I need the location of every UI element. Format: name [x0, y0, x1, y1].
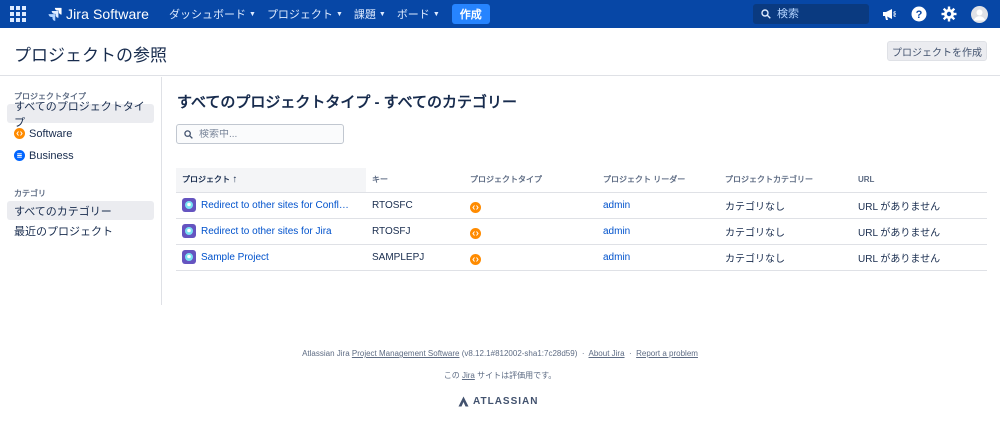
sidebar-item-recent-projects[interactable]: 最近のプロジェクト [7, 221, 154, 240]
sidebar-item-business[interactable]: Business [7, 146, 154, 165]
sidebar-item-label: Software [29, 127, 73, 140]
project-category: カテゴリなし [719, 218, 852, 245]
software-icon [14, 128, 25, 139]
sidebar: プロジェクトタイプ すべてのプロジェクトタイプ Software Busines… [0, 77, 162, 305]
menu-issues[interactable]: 課題 ▼ [354, 0, 386, 28]
chevron-down-icon: ▼ [378, 10, 386, 18]
menu-boards[interactable]: ボード ▼ [397, 0, 440, 28]
create-project-button[interactable]: プロジェクトを作成 [887, 41, 987, 61]
menu-dashboard[interactable]: ダッシュボード ▼ [169, 0, 256, 28]
sort-arrow-icon: ↑ [232, 174, 238, 186]
project-lead-link[interactable]: admin [603, 252, 630, 263]
project-url: URL がありません [852, 244, 987, 271]
sidebar-item-label: 最近のプロジェクト [14, 225, 113, 238]
sidebar-item-software[interactable]: Software [7, 124, 154, 143]
column-header-key: キー [366, 168, 464, 193]
project-key: RTOSFC [366, 192, 464, 219]
footer-prefix: Atlassian Jira [302, 349, 350, 358]
project-key: SAMPLEPJ [366, 244, 464, 271]
filter-input[interactable] [199, 128, 339, 140]
svg-text:?: ? [916, 9, 923, 21]
pms-link[interactable]: Project Management Software [352, 349, 460, 358]
search-icon [184, 129, 193, 139]
eval-jira-link[interactable]: Jira [462, 371, 475, 380]
project-link[interactable]: Redirect to other sites for Jira [201, 226, 332, 237]
avatar[interactable] [970, 5, 988, 23]
top-navigation: Jira Software ダッシュボード ▼ プロジェクト ▼ 課題 ▼ ボード ▼ … [0, 0, 1000, 28]
eval-prefix: この [443, 371, 460, 380]
project-link[interactable]: Sample Project [201, 252, 269, 263]
project-url: URL がありません [852, 192, 987, 219]
project-url: URL がありません [852, 218, 987, 245]
project-lead-link[interactable]: admin [603, 226, 630, 237]
footer-info: Atlassian Jira Project Management Softwa… [0, 349, 1000, 358]
report-problem-link[interactable]: Report a problem [636, 349, 698, 358]
project-avatar-icon [182, 198, 196, 212]
column-header-type: プロジェクトタイプ [464, 168, 597, 193]
sidebar-item-label: Business [29, 149, 74, 162]
nav-icons: ? [880, 0, 1000, 28]
menu-projects[interactable]: プロジェクト ▼ [267, 0, 343, 28]
chevron-down-icon: ▼ [249, 10, 256, 18]
category-heading: カテゴリ [14, 189, 46, 198]
project-avatar-icon [182, 224, 196, 238]
footer-eval-notice: この Jira サイトは評価用です。 [0, 370, 1000, 381]
footer-separator: · [629, 349, 632, 358]
project-key: RTOSFJ [366, 218, 464, 245]
table-row: Redirect to other sites for Jira RTOSFJ … [176, 218, 987, 245]
business-icon [14, 150, 25, 161]
projects-table: プロジェクト ↑ キー プロジェクトタイプ プロジェクト リーダー プロジェクト… [176, 168, 987, 271]
app-switcher-icon[interactable] [0, 0, 36, 28]
menu-label: 課題 [353, 9, 376, 21]
chevron-down-icon: ▼ [335, 10, 343, 18]
project-category: カテゴリなし [719, 192, 852, 219]
column-header-lead: プロジェクト リーダー [597, 168, 719, 193]
project-lead-link[interactable]: admin [603, 200, 630, 211]
page-title: プロジェクトの参照 [14, 46, 167, 65]
search-icon [761, 9, 771, 19]
atlassian-logo-text: ATLASSIAN [473, 396, 539, 407]
gear-icon[interactable] [940, 5, 958, 23]
footer-separator: · [581, 349, 585, 358]
content-title: すべてのプロジェクトタイプ - すべてのカテゴリー [177, 94, 518, 111]
sidebar-item-all-categories[interactable]: すべてのカテゴリー [7, 201, 154, 220]
eval-suffix: サイトは評価用です。 [477, 371, 557, 380]
atlassian-logo-icon [458, 396, 469, 407]
table-header-row: プロジェクト ↑ キー プロジェクトタイプ プロジェクト リーダー プロジェクト… [176, 168, 987, 193]
create-issue-button[interactable]: 作成 [451, 4, 490, 24]
menu-label: ボード [396, 9, 430, 21]
main-menu: ダッシュボード ▼ プロジェクト ▼ 課題 ▼ ボード ▼ 作成 [169, 0, 490, 28]
chevron-down-icon: ▼ [432, 10, 440, 18]
jira-logo[interactable]: Jira Software [48, 0, 149, 28]
project-link[interactable]: Redirect to other sites for Confl… [201, 200, 349, 211]
column-header-url: URL [852, 168, 987, 193]
software-icon [470, 201, 481, 213]
table-row: Redirect to other sites for Confl… RTOSF… [176, 192, 987, 219]
column-label: プロジェクト [182, 175, 230, 185]
global-search[interactable] [753, 4, 869, 24]
column-header-project[interactable]: プロジェクト ↑ [176, 168, 366, 193]
table-row: Sample Project SAMPLEPJ admin カテゴリなし URL… [176, 244, 987, 271]
megaphone-icon[interactable] [880, 5, 898, 23]
atlassian-logo[interactable]: ATLASSIAN [458, 396, 538, 407]
jira-logo-icon [48, 7, 62, 21]
help-icon[interactable]: ? [910, 5, 928, 23]
menu-label: プロジェクト [266, 9, 333, 21]
menu-label: ダッシュボード [169, 9, 246, 21]
software-icon [470, 253, 481, 265]
sidebar-item-label: すべてのカテゴリー [14, 205, 112, 218]
search-input[interactable] [777, 8, 867, 20]
column-header-category: プロジェクトカテゴリー [719, 168, 852, 193]
footer-version: (v8.12.1#812002-sha1:7c28d59) [461, 349, 578, 358]
project-avatar-icon [182, 250, 196, 264]
project-category: カテゴリなし [719, 244, 852, 271]
project-filter[interactable] [176, 124, 344, 144]
logo-text: Jira Software [66, 6, 149, 22]
software-icon [470, 227, 481, 239]
about-jira-link[interactable]: About Jira [589, 349, 625, 358]
sidebar-item-all-types[interactable]: すべてのプロジェクトタイプ [7, 101, 154, 129]
page-header: プロジェクトの参照 プロジェクトを作成 [0, 28, 1000, 76]
